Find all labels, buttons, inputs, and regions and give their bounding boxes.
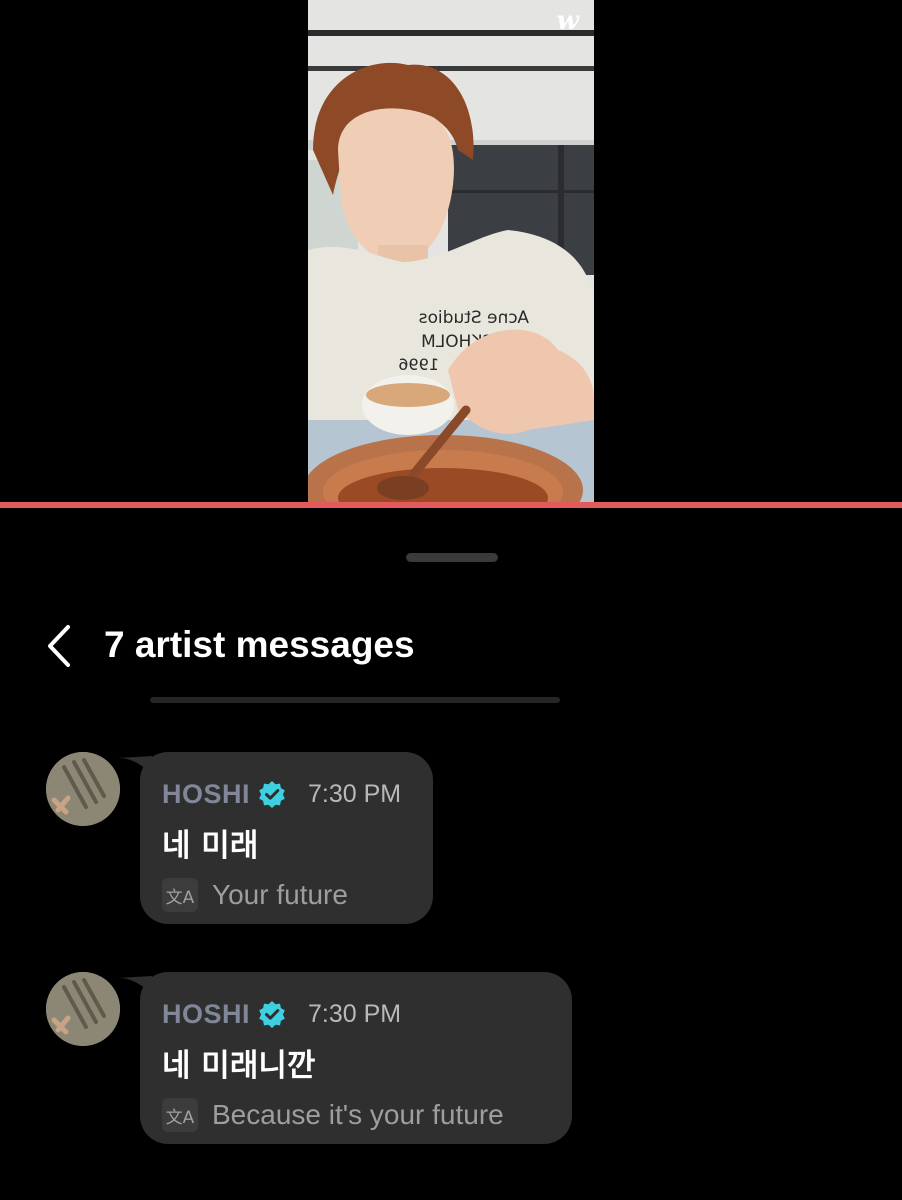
translation-text: Because it's your future	[212, 1099, 504, 1130]
back-button[interactable]	[34, 618, 84, 674]
message-time: 7:30 PM	[308, 999, 402, 1028]
svg-text:1996: 1996	[398, 355, 439, 374]
weverse-logo: w	[556, 6, 579, 36]
message-header: HOSHI 7:30 PM	[162, 776, 411, 812]
translate-icon: 文A	[162, 878, 198, 912]
sheet-drag-handle[interactable]	[406, 553, 498, 562]
message-item[interactable]: HOSHI 7:30 PM 네 미래니깐 文A Because it's you…	[0, 972, 902, 1144]
message-text: 네 미래니깐	[162, 1048, 316, 1084]
artist-name[interactable]: HOSHI	[162, 999, 250, 1030]
bubble-tail	[118, 756, 152, 774]
avatar-image	[46, 752, 120, 826]
message-bubble: HOSHI 7:30 PM 네 미래니깐 文A Because it's you…	[118, 972, 572, 1144]
message-bubble: HOSHI 7:30 PM 네 미래 文A Your future	[118, 752, 433, 924]
page-title: 7 artist messages	[104, 624, 415, 665]
translate-icon: 文A	[162, 1098, 198, 1132]
message-header: HOSHI 7:30 PM	[162, 996, 550, 1032]
message-text: 네 미래	[162, 828, 259, 864]
avatar-image	[46, 972, 120, 1046]
chevron-left-icon	[48, 625, 70, 667]
artist-avatar[interactable]	[46, 972, 120, 1046]
artist-avatar[interactable]	[46, 752, 120, 826]
message-item[interactable]: HOSHI 7:30 PM 네 미래 文A Your future	[0, 752, 902, 924]
live-video[interactable]: Acne Studios STOCKHOLM 1996 w	[308, 0, 594, 502]
list-top-edge	[150, 697, 560, 703]
bubble-tail	[118, 976, 152, 994]
translation-row[interactable]: 文A Because it's your future	[162, 1098, 550, 1132]
video-frame-image: Acne Studios STOCKHOLM 1996	[308, 0, 594, 502]
message-time: 7:30 PM	[308, 779, 402, 808]
translation-row[interactable]: 文A Your future	[162, 878, 411, 912]
artist-name[interactable]: HOSHI	[162, 779, 250, 810]
svg-text:Acne Studios: Acne Studios	[419, 308, 529, 328]
sheet-divider	[0, 502, 902, 508]
verified-badge-icon	[259, 781, 285, 808]
translation-text: Your future	[212, 879, 348, 910]
verified-badge-icon	[259, 1001, 285, 1028]
